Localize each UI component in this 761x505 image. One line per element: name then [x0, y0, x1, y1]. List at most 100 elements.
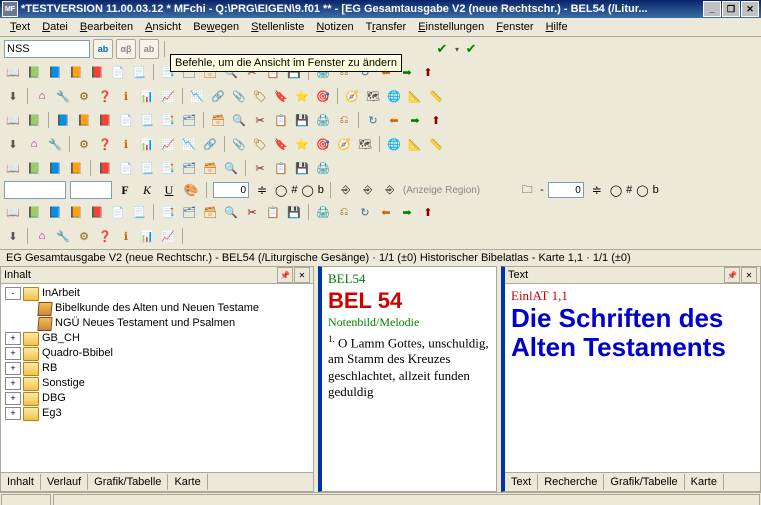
toolbar-icon[interactable]: 🔧 [54, 87, 72, 105]
toolbar-icon[interactable]: ❓ [96, 227, 114, 245]
toolbar-icon[interactable]: ⎌ [335, 111, 353, 129]
tab-karte[interactable]: Karte [685, 474, 724, 490]
toolbar-icon[interactable]: 📄 [117, 159, 135, 177]
menu-hilfe[interactable]: Hilfe [540, 20, 574, 34]
num-input-2[interactable] [548, 182, 584, 198]
toolbar-icon[interactable]: 🗂 [180, 203, 198, 221]
toolbar-icon[interactable]: ➡ [406, 111, 424, 129]
tree-row[interactable]: +RB [3, 361, 311, 376]
toolbar-icon[interactable]: 📃 [130, 63, 148, 81]
menu-bewegen[interactable]: Bewegen [187, 20, 245, 34]
toolbar-icon[interactable]: ⚙ [75, 227, 93, 245]
menu-ansicht[interactable]: Ansicht [139, 20, 187, 34]
toolbar-icon[interactable]: 📙 [67, 159, 85, 177]
toolbar-icon[interactable]: 🏷 [251, 87, 269, 105]
toolbar-icon[interactable]: 📋 [264, 203, 282, 221]
toolbar-icon[interactable]: 📊 [138, 135, 156, 153]
toolbar-icon[interactable]: ⬆ [427, 111, 445, 129]
toolbar-icon[interactable]: ⭐ [293, 135, 311, 153]
pane-close-button[interactable]: ✕ [741, 267, 757, 283]
pane-pin-button[interactable]: 📌 [724, 267, 740, 283]
toolbar-icon[interactable]: ⌂ [33, 227, 51, 245]
toolbar-icon[interactable]: 📕 [88, 63, 106, 81]
toolbar-icon[interactable]: 📘 [46, 159, 64, 177]
toolbar-icon[interactable]: ⌂ [33, 87, 51, 105]
tab-text[interactable]: Text [505, 474, 538, 490]
toolbar-icon[interactable]: 🔧 [46, 135, 64, 153]
toolbar-icon[interactable]: 📑 [159, 203, 177, 221]
toolbar-icon[interactable]: 🗺 [364, 87, 382, 105]
toolbar-icon[interactable]: 📗 [25, 63, 43, 81]
toolbar-icon[interactable]: 📙 [67, 63, 85, 81]
toolbar-icon[interactable]: 🌐 [385, 87, 403, 105]
toolbar-icon[interactable]: ⬅ [385, 111, 403, 129]
ab-button[interactable]: ab [93, 39, 113, 59]
toolbar-icon[interactable]: 📊 [138, 87, 156, 105]
toolbar-icon[interactable]: 🎯 [314, 135, 332, 153]
collapse-icon[interactable]: - [5, 287, 21, 300]
toolbar-icon[interactable]: 📎 [230, 135, 248, 153]
menu-datei[interactable]: Datei [36, 20, 74, 34]
toolbar-icon[interactable]: 📙 [67, 203, 85, 221]
toolbar-icon[interactable]: 🔍 [222, 203, 240, 221]
toolbar-icon[interactable]: 🖨 [314, 111, 332, 129]
toolbar-icon[interactable]: ⬆ [419, 203, 437, 221]
toolbar-icon[interactable]: 📏 [427, 135, 445, 153]
toolbar-icon[interactable]: 📈 [159, 227, 177, 245]
toolbar-icon[interactable]: ⌂ [25, 135, 43, 153]
toolbar-icon[interactable]: 📏 [427, 87, 445, 105]
toolbar-icon[interactable]: 📘 [54, 111, 72, 129]
toolbar-icon[interactable]: 📈 [159, 135, 177, 153]
search-input[interactable] [4, 40, 90, 58]
toolbar-icon[interactable]: 🖨 [314, 159, 332, 177]
toolbar-icon[interactable]: 📊 [138, 227, 156, 245]
toolbar-icon[interactable]: 🔗 [209, 87, 227, 105]
check-icon[interactable]: ✔ [462, 40, 480, 58]
tab-recherche[interactable]: Recherche [538, 474, 604, 490]
toolbar-icon[interactable]: 📙 [75, 111, 93, 129]
tree-row[interactable]: +DBG [3, 391, 311, 406]
toolbar-icon[interactable]: ✂ [251, 111, 269, 129]
tree-view[interactable]: -InArbeitBibelkunde des Alten und Neuen … [1, 284, 313, 472]
toolbar-icon[interactable]: 🗃 [201, 159, 219, 177]
toolbar-icon[interactable]: ➡ [398, 203, 416, 221]
toolbar-icon[interactable]: 💾 [293, 159, 311, 177]
ab-gray-button[interactable]: ab [139, 39, 159, 59]
toolbar-icon[interactable]: ⬆ [419, 63, 437, 81]
toolbar-icon[interactable]: 💾 [285, 203, 303, 221]
toolbar-icon[interactable]: ⎌ [335, 203, 353, 221]
menu-einstellungen[interactable]: Einstellungen [412, 20, 490, 34]
toolbar-icon[interactable]: 📕 [96, 159, 114, 177]
toolbar-icon[interactable]: 📃 [138, 111, 156, 129]
tab-verlauf[interactable]: Verlauf [41, 474, 88, 490]
menu-bearbeiten[interactable]: Bearbeiten [74, 20, 139, 34]
tab-karte[interactable]: Karte [168, 474, 207, 490]
toolbar-icon[interactable]: 🔖 [272, 135, 290, 153]
toolbar-icon[interactable]: 📗 [25, 159, 43, 177]
tab-inhalt[interactable]: Inhalt [1, 474, 41, 490]
toolbar-icon[interactable]: 📉 [180, 135, 198, 153]
toolbar-icon[interactable]: 🗃 [209, 111, 227, 129]
toolbar-icon[interactable]: 📖 [4, 111, 22, 129]
toolbar-icon[interactable]: 🔖 [272, 87, 290, 105]
toolbar-icon[interactable]: ⭐ [293, 87, 311, 105]
toolbar-icon[interactable]: 📑 [159, 111, 177, 129]
expand-icon[interactable]: + [5, 407, 21, 420]
stepper-icon[interactable]: ≑ [588, 181, 606, 199]
toolbar-icon[interactable]: ⬇ [4, 87, 22, 105]
underline-button[interactable]: U [160, 181, 178, 199]
toolbar-icon[interactable]: 📘 [46, 203, 64, 221]
toolbar-icon[interactable]: 📕 [96, 111, 114, 129]
toolbar-icon[interactable]: ❓ [96, 135, 114, 153]
pane-close-button[interactable]: ✕ [294, 267, 310, 283]
toolbar-icon[interactable]: 🔧 [54, 227, 72, 245]
tree-row[interactable]: NGÜ Neues Testament und Psalmen [3, 316, 311, 331]
toolbar-icon[interactable]: ⚙ [75, 135, 93, 153]
tab-grafiktabelle[interactable]: Grafik/Tabelle [604, 474, 684, 490]
toolbar-icon[interactable]: 📄 [117, 111, 135, 129]
close-button[interactable]: ✕ [741, 1, 759, 17]
minimize-button[interactable]: _ [703, 1, 721, 17]
tree-row[interactable]: +GB_CH [3, 331, 311, 346]
toolbar-icon[interactable]: 📘 [46, 63, 64, 81]
toolbar-icon[interactable]: ℹ [117, 135, 135, 153]
